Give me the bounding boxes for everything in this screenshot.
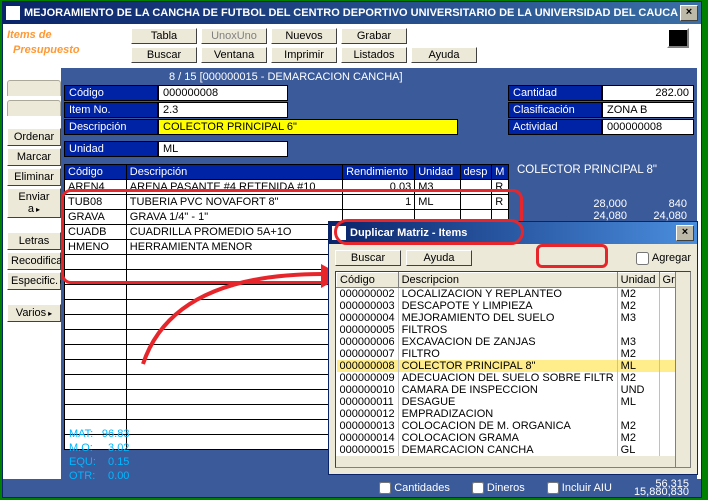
cantidad-value[interactable]: 282.00 [602, 85, 694, 101]
codigo-value[interactable]: 000000008 [158, 85, 288, 101]
left-sidebar: Ordenar Marcar Eliminar Enviar a Letras … [7, 68, 61, 488]
popup-ayuda-button[interactable]: Ayuda [406, 250, 472, 266]
recodificar-button[interactable]: Recodificar [7, 252, 61, 270]
unidad-label: Unidad [64, 141, 158, 157]
agregar-checkbox[interactable]: Agregar [636, 252, 691, 265]
main-titlebar: MEJORAMIENTO DE LA CANCHA DE FUTBOL DEL … [3, 2, 701, 24]
clasificacion-value[interactable]: ZONA B [602, 102, 694, 118]
desc-value[interactable]: COLECTOR PRINCIPAL 6" [158, 119, 458, 135]
colector-text: COLECTOR PRINCIPAL 8" [517, 164, 657, 176]
col-rend[interactable]: Rendimiento [343, 165, 415, 180]
tab-stub[interactable] [7, 100, 61, 116]
totals: 56,315 15,880,830 [634, 480, 689, 496]
list-item[interactable]: 000000004MEJORAMIENTO DEL SUELOM320738 [337, 312, 692, 324]
cantidad-label: Cantidad [508, 85, 602, 101]
dineros-checkbox[interactable]: Dineros [472, 482, 525, 494]
list-item[interactable]: 000000013COLOCACION DE M. ORGANICAM21191 [337, 420, 692, 432]
list-item[interactable]: 000000002LOCALIZACION Y REPLANTEOM213 [337, 288, 692, 301]
clasificacion-label: Clasificación [508, 102, 602, 118]
list-item[interactable]: 000000003DESCAPOTE Y LIMPIEZAM2987 [337, 300, 692, 312]
toolbar-row-1: Tabla UnoxUno Nuevos Grabar [131, 28, 477, 44]
window-title: MEJORAMIENTO DE LA CANCHA DE FUTBOL DEL … [24, 7, 680, 19]
pcol-unidad[interactable]: Unidad [617, 273, 659, 288]
list-item[interactable]: 000000008COLECTOR PRINCIPAL 8"ML56315 [337, 360, 692, 372]
list-item[interactable]: 000000010CAMARA DE INSPECCIONUND510611 [337, 384, 692, 396]
col-unidad[interactable]: Unidad [415, 165, 460, 180]
item-value[interactable]: 2.3 [158, 102, 288, 118]
codigo-label: Código [64, 85, 158, 101]
ordenar-button[interactable]: Ordenar [7, 128, 61, 146]
square-icon[interactable] [667, 28, 689, 48]
enviar-button[interactable]: Enviar a [7, 188, 61, 218]
app-icon [6, 6, 20, 20]
popup-title: Duplicar Matriz - Items [350, 227, 676, 239]
list-item[interactable]: 000000015DEMARCACION CANCHAGL849140 [337, 444, 692, 456]
list-item[interactable]: 000000005FILTROS [337, 324, 692, 336]
item-label: Item No. [64, 102, 158, 118]
unoxuno-button[interactable]: UnoxUno [201, 28, 267, 44]
stat-block: MAT:96.83 M.O:3.02 EQU:0.15 OTR:0.00 [67, 426, 131, 484]
popup-body: Buscar Ayuda Agregar Código Descripcion … [329, 244, 697, 474]
grabar-button[interactable]: Grabar [341, 28, 407, 44]
popup-grid-wrap: Código Descripcion Unidad Grupo Precio 0… [335, 271, 691, 468]
popup-icon [332, 226, 346, 240]
col-desp[interactable]: desp [460, 165, 492, 180]
scrollbar[interactable] [675, 272, 690, 467]
pcol-desc[interactable]: Descripcion [398, 273, 617, 288]
popup-close-icon[interactable]: × [676, 225, 694, 241]
popup-titlebar: Duplicar Matriz - Items × [329, 222, 697, 244]
popup-buscar-button[interactable]: Buscar [335, 250, 401, 266]
tabla-button[interactable]: Tabla [131, 28, 197, 44]
col-desc[interactable]: Descripción [126, 165, 342, 180]
ayuda-button[interactable]: Ayuda [411, 47, 477, 63]
actividad-label: Actividad [508, 119, 602, 135]
nuevos-button[interactable]: Nuevos [271, 28, 337, 44]
footer: Cantidades Dineros Incluir AIU 56,315 15… [3, 479, 701, 497]
varios-button[interactable]: Varios [7, 304, 61, 322]
breadcrumb: 8 / 15 [000000015 - DEMARCACION CANCHA] [169, 71, 694, 83]
imprimir-button[interactable]: Imprimir [271, 47, 337, 63]
page-title: Items de Presupuesto [7, 28, 131, 58]
tab-stub[interactable] [7, 80, 61, 96]
ventana-button[interactable]: Ventana [201, 47, 267, 63]
col-m[interactable]: M [492, 165, 509, 180]
letras-button[interactable]: Letras [7, 232, 61, 250]
actividad-value[interactable]: 000000008 [602, 119, 694, 135]
listados-button[interactable]: Listados [341, 47, 407, 63]
col-codigo[interactable]: Código [65, 165, 127, 180]
aiu-checkbox[interactable]: Incluir AIU [547, 482, 612, 494]
list-item[interactable]: 000000006EXCAVACION DE ZANJASM37020 [337, 336, 692, 348]
table-row[interactable]: AREN4ARENA PASANTE #4 RETENIDA #100.03M3… [65, 180, 509, 195]
table-row[interactable]: TUB08TUBERIA PVC NOVAFORT 8"1MLR [65, 195, 509, 210]
list-item[interactable]: 000000011DESAGUEML91569 [337, 396, 692, 408]
buscar-button[interactable]: Buscar [131, 47, 197, 63]
toolbar-row-2: Buscar Ventana Imprimir Listados Ayuda [131, 47, 477, 63]
marcar-button[interactable]: Marcar [7, 148, 61, 166]
eliminar-button[interactable]: Eliminar [7, 168, 61, 186]
especific-button[interactable]: Especific. [7, 272, 61, 290]
unidad-value[interactable]: ML [158, 141, 288, 157]
close-icon[interactable]: × [680, 5, 698, 21]
list-item[interactable]: 000000007FILTROM227988 [337, 348, 692, 360]
cantidades-checkbox[interactable]: Cantidades [379, 482, 450, 494]
popup-grid[interactable]: Código Descripcion Unidad Grupo Precio 0… [336, 272, 691, 456]
list-item[interactable]: 000000012EMPRADIZACION [337, 408, 692, 420]
pcol-codigo[interactable]: Código [337, 273, 399, 288]
popup-window: Duplicar Matriz - Items × Buscar Ayuda A… [328, 221, 698, 475]
list-item[interactable]: 000000009ADECUACION DEL SUELO SOBRE FILT… [337, 372, 692, 384]
list-item[interactable]: 000000014COLOCACION GRAMAM27562 [337, 432, 692, 444]
desc-label: Descripción [64, 119, 158, 135]
